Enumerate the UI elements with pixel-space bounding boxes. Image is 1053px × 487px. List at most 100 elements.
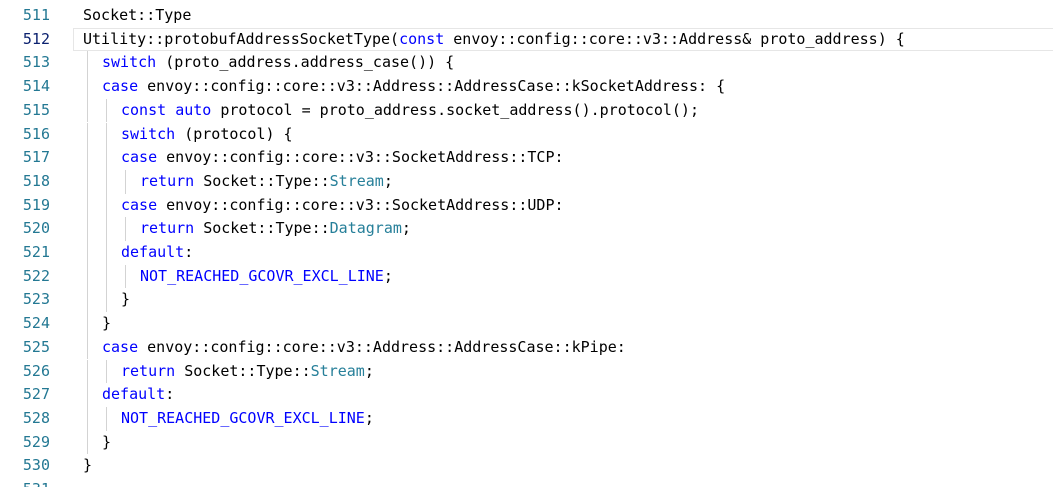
indent-guide (87, 430, 88, 455)
line-number: 517 (22, 148, 50, 167)
line-number: 524 (22, 314, 50, 333)
plain-token: ; (364, 361, 374, 380)
code-line[interactable]: 517 case envoy::config::core::v3::SocketA… (0, 146, 1053, 170)
type-token: Datagram (329, 219, 402, 238)
code-line[interactable]: 516 switch (protocol) { (0, 122, 1053, 147)
code-text: default: (121, 241, 193, 265)
keyword-token: switch (121, 124, 176, 143)
code-line[interactable]: 526 return Socket::Type::Stream; (0, 359, 1053, 384)
code-line[interactable]: 524} (0, 312, 1053, 336)
indent-guide (106, 146, 107, 170)
plain-token: : (165, 385, 175, 404)
code-line[interactable]: 511 Socket::Type (0, 4, 1053, 28)
code-text: } (102, 431, 111, 455)
indent-guide (87, 383, 88, 407)
code-text: default: (102, 383, 174, 407)
line-number: 530 (22, 456, 50, 475)
code-line[interactable]: 515 const auto protocol = proto_address.s… (0, 98, 1053, 123)
indent-guide (106, 98, 107, 123)
plain-token: } (102, 432, 112, 451)
keyword-token: default (102, 385, 166, 404)
code-line[interactable]: 527 default: (0, 383, 1053, 407)
code-text: return Socket::Type::Datagram; (140, 217, 411, 241)
plain-token: (proto_address.address_case()) { (156, 53, 455, 72)
code-line[interactable]: 521 default: (0, 241, 1053, 265)
code-line[interactable]: 529} (0, 430, 1053, 455)
indent-guide (125, 264, 126, 289)
plain-token: Socket::Type:: (194, 219, 330, 238)
keyword-token: return (140, 219, 195, 238)
keyword-token: switch (102, 53, 157, 72)
plain-token: envoy::config::core::v3::Address& proto_… (444, 29, 905, 48)
code-text: switch (protocol) { (121, 123, 293, 147)
plain-token: Socket::Type (83, 6, 192, 24)
line-number: 529 (22, 432, 50, 451)
indent-guide (106, 288, 107, 313)
code-text: NOT_REACHED_GCOVR_EXCL_LINE; (121, 407, 374, 431)
indent-guide (87, 335, 88, 360)
code-line[interactable]: 520 return Socket::Type::Datagram; (0, 217, 1053, 241)
code-line[interactable]: 522 NOT_REACHED_GCOVR_EXCL_LINE; (0, 264, 1053, 289)
plain-token: envoy::config::core::v3::SocketAddress::… (157, 195, 564, 214)
indent-guide (106, 122, 107, 147)
indent-guide (87, 75, 88, 99)
keyword-token: case (102, 337, 139, 356)
indent-guide (87, 312, 88, 336)
keyword-token: auto (175, 100, 212, 119)
indent-guide (87, 359, 88, 384)
type-token: Stream (310, 361, 365, 380)
code-text: const auto protocol = proto_address.sock… (121, 99, 699, 123)
indent-guide (125, 217, 126, 241)
code-line[interactable]: 531 (0, 478, 1053, 487)
indent-guide (87, 98, 88, 123)
keyword-token: case (121, 148, 158, 167)
plain-token: } (102, 314, 112, 333)
line-number: 516 (22, 124, 50, 143)
code-line[interactable]: 514 case envoy::config::core::v3::Address… (0, 75, 1053, 99)
plain-token: ; (383, 266, 393, 285)
indent-guide (87, 122, 88, 147)
indent-guide (87, 406, 88, 431)
indent-guide (87, 241, 88, 265)
code-line[interactable]: 528 NOT_REACHED_GCOVR_EXCL_LINE; (0, 406, 1053, 431)
plain-token: envoy::config::core::v3::Address::Addres… (138, 337, 626, 356)
line-number: 513 (22, 53, 50, 72)
indent-guide (106, 406, 107, 431)
keyword-token: case (121, 195, 158, 214)
line-number: 518 (22, 171, 50, 190)
plain-token: envoy::config::core::v3::SocketAddress::… (157, 148, 564, 167)
code-text: case envoy::config::core::v3::Address::A… (102, 336, 626, 360)
code-text: case envoy::config::core::v3::SocketAddr… (121, 146, 564, 170)
line-number: 521 (22, 243, 50, 261)
indent-guide (106, 169, 107, 194)
plain-token: Socket::Type:: (175, 361, 311, 380)
code-line[interactable]: 512 Utility::protobufAddressSocketType(co… (0, 27, 1053, 52)
plain-token: : (184, 243, 194, 261)
plain-token: protocol = proto_address.socket_address(… (211, 100, 699, 119)
plain-token: Utility::protobufAddressSocketType( (83, 29, 400, 48)
line-number: 515 (22, 100, 50, 119)
code-line[interactable]: 518 return Socket::Type::Stream; (0, 169, 1053, 194)
code-text: Utility::protobufAddressSocketType(const… (83, 28, 905, 52)
plain-token: ; (401, 219, 411, 238)
indent-guide (106, 264, 107, 289)
code-line[interactable]: 513 switch (proto_address.address_case())… (0, 51, 1053, 76)
code-editor[interactable]: 511 Socket::Type 512 Utility::protobufAddre… (0, 0, 1053, 487)
code-text: } (121, 288, 130, 312)
code-line[interactable]: 523} (0, 288, 1053, 313)
code-text: Socket::Type (83, 4, 191, 28)
code-text: NOT_REACHED_GCOVR_EXCL_LINE; (140, 265, 393, 289)
code-line[interactable]: 530} (0, 454, 1053, 478)
line-number: 527 (22, 385, 50, 404)
line-number: 520 (22, 219, 50, 238)
plain-token: } (121, 290, 131, 309)
indent-guide (125, 169, 126, 194)
plain-token: envoy::config::core::v3::Address::Addres… (138, 77, 726, 96)
code-line[interactable]: 525 case envoy::config::core::v3::Address… (0, 335, 1053, 360)
indent-guide (87, 288, 88, 313)
indent-guide (87, 217, 88, 241)
line-number: 512 (22, 29, 50, 48)
code-line[interactable]: 519 case envoy::config::core::v3::SocketA… (0, 193, 1053, 218)
indent-guide (87, 51, 88, 76)
